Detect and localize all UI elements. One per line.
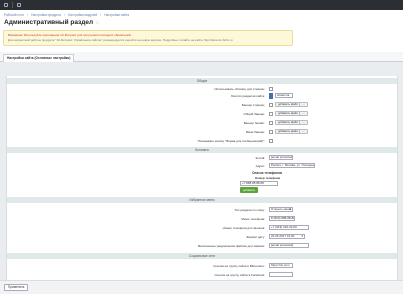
warning-banner: Внимание! Используйте приложение 1С-Битр…	[3, 30, 293, 46]
footer-bar: Применить	[0, 280, 403, 294]
breadcrumb-item[interactable]: Настройки модулей	[68, 13, 97, 17]
field-label: E-mail:	[255, 156, 265, 160]
toolbar-divider	[12, 2, 13, 8]
field-label: Общий баннер:	[243, 112, 265, 116]
add-file-button[interactable]: добавить файл	[275, 111, 301, 116]
show-form-checkbox[interactable]	[269, 139, 273, 143]
star-icon[interactable]: ☆	[95, 20, 99, 26]
add-file-button[interactable]: добавить файл	[275, 129, 301, 134]
form-row: Меню телефона: 8 (800) 888-88-88	[7, 216, 397, 223]
form-row: Ссылка на группу сайта в ВКонтакте: https…	[7, 263, 397, 270]
field-label: Показывать кнопку "Форма для сообщения(и…	[197, 139, 265, 143]
tab-settings[interactable]: Настройки сайта (Основные настройки)	[3, 54, 75, 62]
breadcrumb: Рабочий стол › Настройки продукта › Настро…	[4, 13, 130, 17]
date-format-select[interactable]: 22.06.2017 10:00	[269, 234, 305, 239]
logo-thumbnail	[269, 93, 273, 99]
breadcrumb-item[interactable]: Настройки сайта	[104, 13, 129, 17]
field-label: Логотип разделов сайта:	[230, 94, 265, 98]
page-title-text: Административный раздел	[4, 19, 94, 26]
field-label: Номер телефона для звонков:	[222, 226, 265, 230]
email-field[interactable]: [email protected]	[269, 155, 293, 160]
browse-button[interactable]: ···	[299, 111, 308, 116]
banner-checkbox[interactable]	[269, 112, 273, 116]
browse-button[interactable]: ···	[299, 102, 308, 107]
phone-column-header: Номер телефона	[255, 176, 281, 180]
form-row: Номер телефона для звонков: +7 (919) 222-…	[7, 225, 397, 232]
banner-checkbox[interactable]	[269, 121, 273, 125]
form-row: добавить	[7, 187, 397, 194]
desktop-icon[interactable]	[17, 3, 21, 7]
banner-checkbox[interactable]	[269, 130, 273, 134]
top-toolbar	[0, 0, 403, 10]
form-row: Показывать кнопку "Форма для сообщения(и…	[7, 138, 397, 145]
settings-panel: Общие Использовать обложку для страниц: …	[6, 76, 398, 280]
address-field[interactable]: Россия, г. Москва, ул. Полярная 2	[269, 163, 315, 168]
warning-text: Для корректной работы продукта "1С-Битри…	[8, 37, 233, 42]
form-row: Баннер header: добавить файл ···	[7, 120, 397, 127]
banner-checkbox[interactable]	[269, 103, 273, 107]
click-type-select[interactable]: Открыть меню	[269, 207, 293, 212]
phones-title: Список телефонов	[252, 171, 283, 175]
form-row: Баннер страниц: добавить файл ···	[7, 102, 397, 109]
form-row: Логотип разделов сайта: shalorma	[7, 93, 397, 100]
add-file-button[interactable]: добавить файл	[275, 120, 301, 125]
browse-button[interactable]: ···	[299, 120, 308, 125]
save-button[interactable]: Применить	[4, 284, 29, 291]
cover-checkbox[interactable]	[269, 87, 273, 91]
field-label: Ссылка на группу сайта в ВКонтакте:	[213, 264, 265, 268]
form-row: Использовать обложку для страниц:	[7, 86, 397, 93]
form-row: Общий баннер: добавить файл ···	[7, 111, 397, 118]
field-label: Формат дату:	[246, 235, 265, 239]
field-label: Ссылка на группу сайта в Facebook:	[214, 273, 265, 277]
tab-bar: Настройки сайта (Основные настройки)	[0, 52, 403, 62]
form-row: E-mail: [email protected]	[7, 155, 397, 162]
fb-link-field[interactable]	[269, 272, 293, 277]
field-label: Баннер страниц:	[241, 103, 265, 107]
section-header: Социальные сети	[7, 253, 397, 259]
field-label: Использовать обложку для страниц:	[214, 87, 265, 91]
add-phone-label: добавить	[243, 188, 256, 192]
form-row: Тип раздела по клику: Открыть меню	[7, 207, 397, 214]
field-label: Адрес:	[255, 164, 265, 168]
browse-button[interactable]: ···	[299, 129, 308, 134]
field-label: Баннер header:	[243, 121, 265, 125]
form-row: Мини баннер: добавить файл ···	[7, 129, 397, 136]
form-row: Формат дату: 22.06.2017 10:00	[7, 234, 397, 241]
section-header: Контакты	[7, 147, 397, 153]
field-label: Мини баннер:	[245, 130, 265, 134]
page-title: Административный раздел ☆	[4, 19, 100, 26]
notify-email-field[interactable]: [email protected]	[269, 243, 309, 248]
add-file-button[interactable]: добавить файл	[275, 102, 301, 107]
field-label: Меню телефона:	[241, 217, 265, 221]
breadcrumb-item[interactable]: Рабочий стол	[4, 13, 24, 17]
menu-phone-field[interactable]: 8 (800) 888-88-88	[269, 216, 295, 221]
breadcrumb-item[interactable]: Настройки продукта	[31, 13, 61, 17]
phone-field[interactable]: +7 888 88 88 88	[240, 181, 278, 186]
call-phone-field[interactable]: +7 (919) 222-22-00	[269, 225, 309, 230]
section-header: Общие	[7, 78, 397, 84]
field-label: Включенные уведомления файлов для закачк…	[198, 244, 265, 248]
grid-icon[interactable]	[4, 3, 8, 7]
form-row: Адрес: Россия, г. Москва, ул. Полярная 2	[7, 163, 397, 170]
form-row: Включенные уведомления файлов для закачк…	[7, 243, 397, 250]
vk-link-field[interactable]: https://vk.com	[269, 263, 293, 268]
field-label: Тип раздела по клику:	[234, 208, 265, 212]
settings-content: Общие Использовать обложку для страниц: …	[0, 62, 403, 280]
form-row: Ссылка на группу сайта в Facebook:	[7, 272, 397, 279]
logo-input[interactable]: shalorma	[275, 93, 293, 98]
section-header: Избранное меню	[7, 197, 397, 203]
add-phone-button[interactable]: добавить	[240, 187, 259, 193]
